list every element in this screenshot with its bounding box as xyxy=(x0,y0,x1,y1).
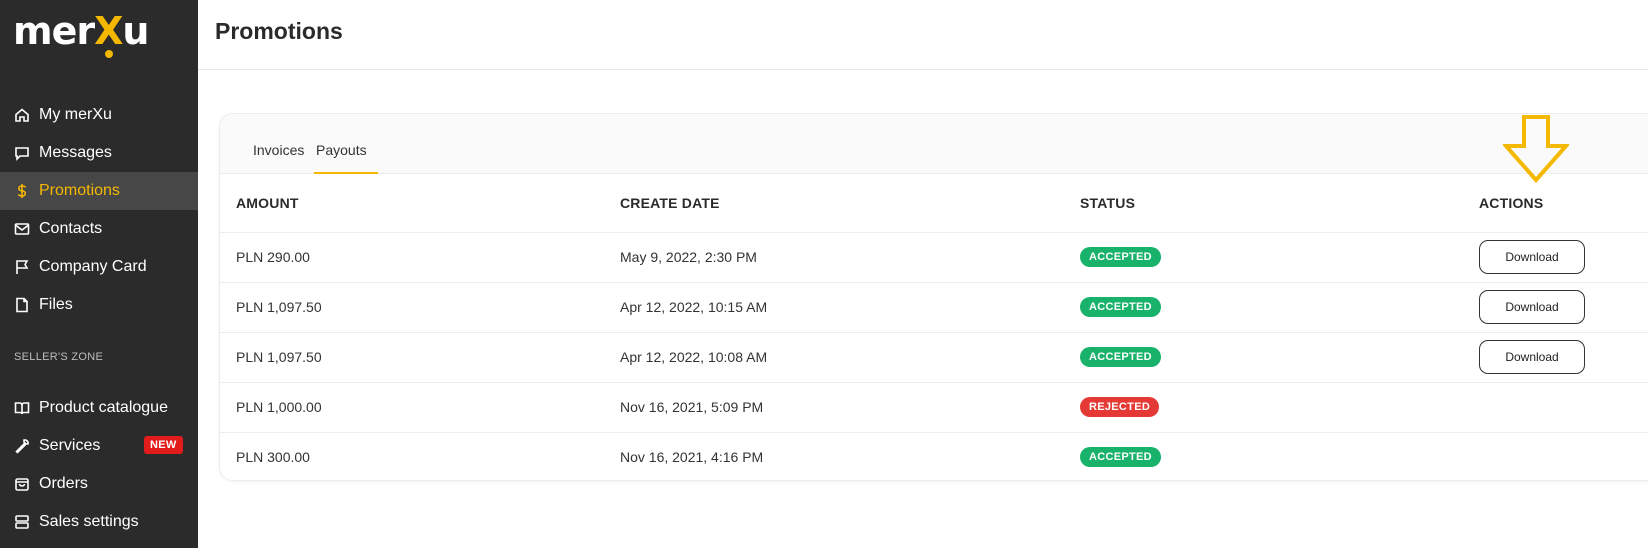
sidebar-item-orders[interactable]: Orders xyxy=(0,465,198,503)
tab-invoices[interactable]: Invoices xyxy=(249,142,308,172)
amount-cell: PLN 300.00 xyxy=(236,449,310,466)
book-icon xyxy=(14,400,30,416)
tab-payouts[interactable]: Payouts xyxy=(314,142,378,174)
page-header: Promotions xyxy=(198,0,1648,70)
file-icon xyxy=(14,297,30,313)
bag-icon xyxy=(14,476,30,492)
table-header-row: AMOUNT CREATE DATE STATUS ACTIONS xyxy=(220,174,1648,233)
sidebar-item-label: Services xyxy=(39,437,101,454)
sidebar-item-sales-settings[interactable]: Sales settings xyxy=(0,503,198,541)
sidebar-item-files[interactable]: Files xyxy=(0,286,198,324)
sidebar-item-contacts[interactable]: Contacts xyxy=(0,210,198,248)
sidebar-item-label: Product catalogue xyxy=(39,399,168,416)
chat-icon xyxy=(14,145,30,161)
status-cell: REJECTED xyxy=(1080,382,1479,433)
amount-cell: PLN 1,097.50 xyxy=(220,332,620,383)
sidebar: merX u My merXu Messages Promotions Conta… xyxy=(0,0,198,548)
sidebar-item-label: Sales settings xyxy=(39,513,139,530)
sidebar-item-label: Company Card xyxy=(39,258,147,275)
date-cell: Apr 12, 2022, 10:08 AM xyxy=(620,332,1080,383)
amount-cell: PLN 1,097.50 xyxy=(220,282,620,333)
table-row: PLN 300.00 Nov 16, 2021, 4:16 PM ACCEPTE… xyxy=(220,432,1648,480)
mail-icon xyxy=(14,221,30,237)
dollar-icon xyxy=(14,183,30,199)
payouts-card: Invoices Payouts AMOUNT CREATE DATE STAT… xyxy=(219,113,1648,481)
table-row: PLN 1,000.00 Nov 16, 2021, 5:09 PM REJEC… xyxy=(220,382,1648,433)
sidebar-item-promotions[interactable]: Promotions xyxy=(0,172,198,210)
column-header-status[interactable]: STATUS xyxy=(1080,174,1479,233)
status-cell: ACCEPTED xyxy=(1080,282,1479,333)
status-badge: ACCEPTED xyxy=(1080,297,1161,317)
status-badge: ACCEPTED xyxy=(1080,447,1161,468)
date-cell: Nov 16, 2021, 5:09 PM xyxy=(620,382,1080,433)
home-icon xyxy=(14,107,30,123)
column-header-create-date[interactable]: CREATE DATE xyxy=(620,174,1080,233)
actions-cell: Download xyxy=(1479,282,1648,333)
status-badge: ACCEPTED xyxy=(1080,347,1161,367)
sidebar-item-label: Promotions xyxy=(39,182,120,199)
sidebar-item-product-catalogue[interactable]: Product catalogue xyxy=(0,389,198,427)
download-button[interactable]: Download xyxy=(1479,340,1585,374)
table-row: PLN 1,097.50 Apr 12, 2022, 10:15 AM ACCE… xyxy=(220,282,1648,333)
download-button[interactable]: Download xyxy=(1479,290,1585,324)
table-row: PLN 290.00 May 9, 2022, 2:30 PM ACCEPTED… xyxy=(220,232,1648,283)
merxu-logo[interactable]: merX u xyxy=(13,6,149,60)
main-content: Promotions Invoices Payouts AMOUNT CREAT… xyxy=(198,0,1648,548)
sidebar-item-company-card[interactable]: Company Card xyxy=(0,248,198,286)
sidebar-item-services[interactable]: Services NEW xyxy=(0,427,198,465)
status-cell: ACCEPTED xyxy=(1080,332,1479,383)
actions-cell: Download xyxy=(1479,332,1648,383)
actions-cell xyxy=(1479,382,1648,433)
status-cell: ACCEPTED xyxy=(1080,432,1479,480)
new-badge: NEW xyxy=(144,436,183,454)
sidebar-item-label: My merXu xyxy=(39,106,112,123)
actions-cell: Download xyxy=(1479,232,1648,283)
sidebar-item-my-merxu[interactable]: My merXu xyxy=(0,96,198,134)
status-cell: ACCEPTED xyxy=(1080,232,1479,283)
table-row: PLN 1,097.50 Apr 12, 2022, 10:08 AM ACCE… xyxy=(220,332,1648,383)
wrench-icon xyxy=(14,438,30,454)
sidebar-item-label: Contacts xyxy=(39,220,103,237)
status-badge: ACCEPTED xyxy=(1080,247,1161,267)
sidebar-item-messages[interactable]: Messages xyxy=(0,134,198,172)
sidebar-item-label: Orders xyxy=(39,475,88,492)
section-label-sellers-zone: SELLER'S ZONE xyxy=(14,351,104,363)
arrow-down-icon xyxy=(1503,115,1569,183)
amount-cell: PLN 1,000.00 xyxy=(220,382,620,433)
status-badge: REJECTED xyxy=(1080,397,1160,417)
column-header-amount[interactable]: AMOUNT xyxy=(220,174,620,233)
download-button[interactable]: Download xyxy=(1479,240,1585,274)
amount-cell: PLN 290.00 xyxy=(220,232,620,283)
date-cell: May 9, 2022, 2:30 PM xyxy=(620,232,1080,283)
payouts-table: AMOUNT CREATE DATE STATUS ACTIONS PLN 29… xyxy=(220,174,1648,480)
server-icon xyxy=(14,514,30,530)
sidebar-item-label: Files xyxy=(39,296,73,313)
page-title: Promotions xyxy=(215,18,343,44)
flag-icon xyxy=(14,259,30,275)
actions-cell xyxy=(1479,432,1648,480)
tab-bar: Invoices Payouts xyxy=(220,114,1648,174)
date-cell: Apr 12, 2022, 10:15 AM xyxy=(620,282,1080,333)
sidebar-item-label: Messages xyxy=(39,144,112,161)
date-cell: Nov 16, 2021, 4:16 PM xyxy=(620,449,764,466)
